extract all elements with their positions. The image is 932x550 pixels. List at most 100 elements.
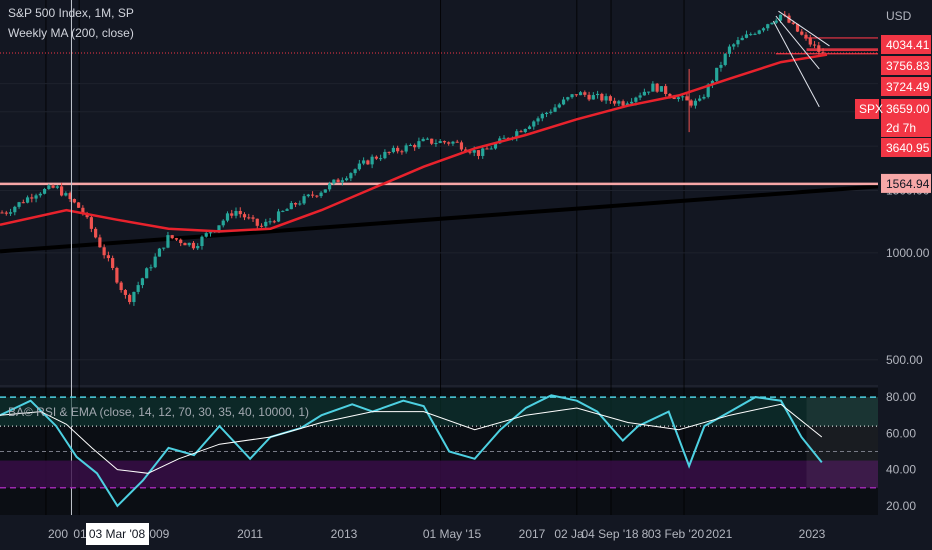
- candle-body: [557, 104, 561, 108]
- candle-body: [447, 142, 451, 144]
- candle-body: [217, 225, 221, 231]
- candle-body: [72, 199, 76, 203]
- candle-body: [132, 291, 136, 303]
- candle-body: [417, 141, 421, 148]
- chart-canvas[interactable]: USD3000.002500.002000.001500.001000.0050…: [0, 0, 932, 550]
- candle-body: [30, 197, 34, 199]
- candle-body: [111, 258, 115, 268]
- candle-body: [123, 290, 128, 295]
- candle-body: [472, 150, 476, 153]
- candle-body: [578, 92, 583, 96]
- ma-legend: Weekly MA (200, close): [8, 26, 134, 40]
- candle-body: [162, 247, 166, 249]
- candle-body: [489, 148, 493, 150]
- candle-body: [136, 285, 140, 292]
- time-tick-11: 2021: [706, 527, 733, 541]
- candle-body: [370, 156, 374, 165]
- candle-body: [242, 214, 247, 218]
- candle-body: [451, 141, 455, 144]
- candle-body: [374, 156, 378, 159]
- rsi-tick-3: 20.00: [886, 499, 916, 513]
- candle-body: [13, 206, 17, 213]
- candle-body: [732, 44, 736, 47]
- candle-body: [647, 91, 651, 93]
- candle-body: [166, 235, 170, 248]
- candle-body: [689, 100, 693, 106]
- candle-body: [664, 86, 668, 94]
- time-tick-7: 02 Ja: [554, 527, 584, 541]
- candle-body: [64, 193, 68, 196]
- candle-body: [540, 113, 544, 119]
- price-label-4: 2d 7h: [886, 121, 916, 135]
- candle-body: [638, 95, 642, 98]
- candle-body: [115, 267, 119, 283]
- candle-body: [268, 221, 272, 223]
- candle-body: [208, 232, 213, 234]
- candle-body: [345, 178, 349, 181]
- candle-body: [621, 101, 625, 106]
- candle-body: [613, 100, 617, 104]
- candle-body: [8, 212, 13, 214]
- candle-body: [191, 242, 196, 249]
- candle-body: [323, 189, 327, 193]
- rsi-tick-2: 40.00: [886, 463, 916, 477]
- candle-body: [302, 196, 306, 204]
- time-tick-12: 2023: [799, 527, 826, 541]
- candle-body: [442, 141, 447, 143]
- price-label-1: 3756.83: [886, 59, 930, 73]
- chart-title: S&P 500 Index, 1M, SP: [8, 6, 134, 20]
- candle-body: [481, 148, 485, 156]
- rsi-tick-1: 60.00: [886, 426, 916, 440]
- candle-body: [659, 86, 663, 92]
- candle-body: [387, 151, 391, 153]
- candle-body: [234, 210, 238, 216]
- candle-body: [174, 238, 179, 240]
- price-label-3: 3659.00: [886, 102, 930, 116]
- candle-body: [583, 92, 587, 95]
- candle-body: [230, 213, 234, 216]
- candle-body: [438, 141, 442, 144]
- candle-body: [523, 128, 527, 133]
- candle-body: [727, 46, 732, 54]
- time-tick-8: 04 Sep '18: [581, 527, 638, 541]
- currency-label: USD: [886, 9, 912, 23]
- candle-body: [157, 248, 162, 257]
- candle-body: [42, 188, 47, 194]
- candle-body: [34, 195, 38, 199]
- candle-body: [502, 137, 506, 139]
- candle-body: [140, 278, 145, 286]
- price-label-5: 3640.95: [886, 141, 930, 155]
- candle-body: [791, 22, 795, 24]
- candle-body: [0, 212, 4, 214]
- candle-body: [485, 148, 489, 150]
- candle-body: [281, 210, 285, 212]
- candle-body: [651, 83, 655, 92]
- price-tick-5: 500.00: [886, 353, 923, 367]
- candle-body: [179, 239, 183, 244]
- candle-body: [676, 97, 681, 99]
- candle-body: [608, 96, 612, 101]
- candle-body: [106, 255, 110, 259]
- candle-body: [285, 209, 289, 211]
- crosshair-time-label: 03 Mar '08: [89, 527, 146, 541]
- candle-body: [574, 94, 578, 96]
- candle-body: [310, 194, 315, 196]
- candle-body: [766, 24, 770, 29]
- candle-body: [715, 67, 719, 81]
- candle-body: [94, 228, 98, 238]
- candle-body: [59, 186, 64, 196]
- candle-body: [225, 213, 230, 221]
- candle-body: [119, 282, 123, 291]
- candle-body: [153, 256, 157, 268]
- candle-body: [404, 145, 408, 152]
- symbol-badge: SPX: [859, 102, 883, 116]
- price-label-6: 1564.94: [886, 177, 930, 191]
- candle-body: [553, 107, 557, 112]
- candle-body: [459, 142, 464, 150]
- candle-body: [4, 212, 8, 214]
- candle-body: [327, 183, 332, 190]
- candle-body: [170, 235, 174, 239]
- candle-body: [25, 197, 30, 203]
- candle-body: [561, 99, 566, 105]
- candle-body: [149, 267, 153, 269]
